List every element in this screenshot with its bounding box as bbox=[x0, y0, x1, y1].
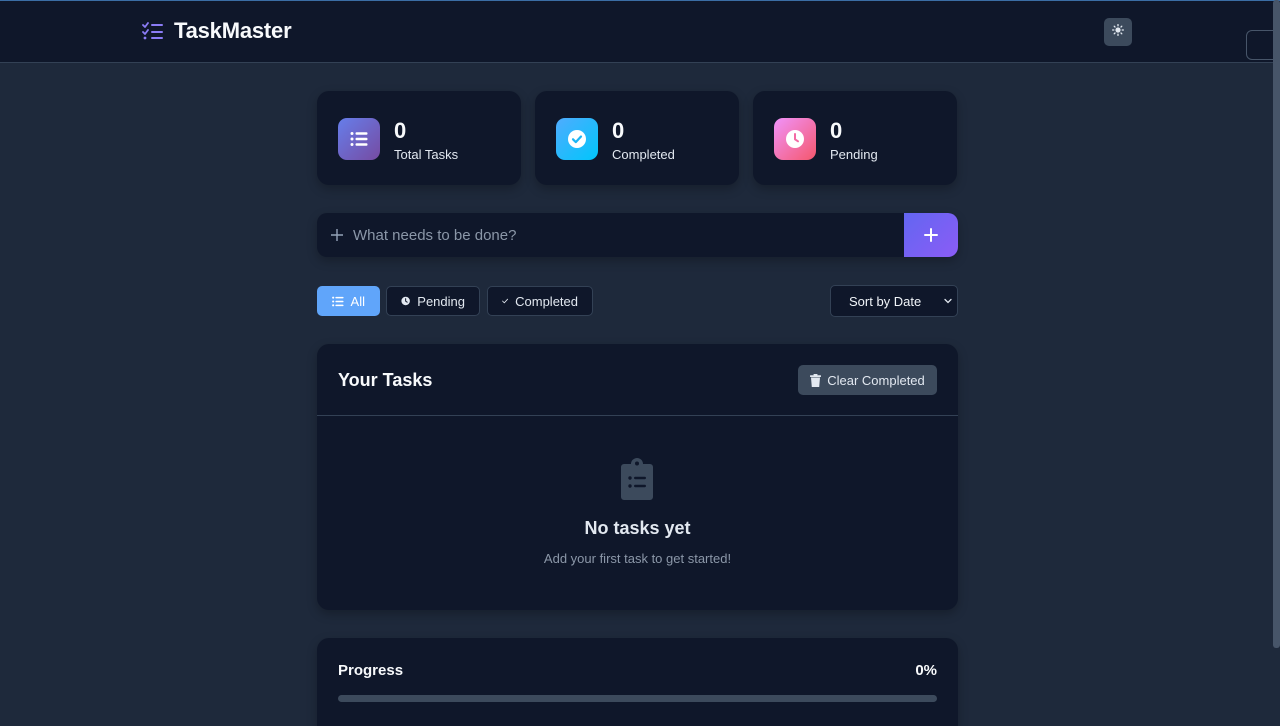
filter-completed-label: Completed bbox=[515, 293, 578, 309]
add-task-button[interactable] bbox=[904, 213, 958, 257]
stat-card-pending: 0 Pending bbox=[753, 91, 957, 185]
chevron-down-icon bbox=[944, 298, 952, 304]
check-icon bbox=[502, 298, 509, 304]
total-tasks-label: Total Tasks bbox=[394, 147, 459, 162]
plus-icon bbox=[924, 228, 938, 242]
clock-icon bbox=[774, 118, 816, 160]
list-icon bbox=[332, 296, 344, 306]
scrollbar[interactable] bbox=[1273, 0, 1280, 648]
sort-selected-value: Sort by Date bbox=[849, 293, 922, 309]
theme-toggle-button[interactable] bbox=[1104, 18, 1132, 46]
trash-icon bbox=[810, 373, 822, 387]
filter-all-button[interactable]: All bbox=[317, 286, 380, 316]
sort-select[interactable]: Sort by Date bbox=[830, 285, 958, 317]
sun-icon bbox=[1111, 23, 1125, 41]
clear-completed-label: Clear Completed bbox=[827, 372, 925, 388]
progress-bar bbox=[338, 695, 937, 702]
add-task-form bbox=[317, 213, 958, 257]
tasks-list-icon bbox=[142, 20, 164, 42]
plus-icon bbox=[331, 225, 345, 245]
check-circle-icon bbox=[556, 118, 598, 160]
empty-state-title: No tasks yet bbox=[584, 518, 691, 538]
top-navbar: TaskMaster bbox=[0, 0, 1280, 63]
tasks-title: Your Tasks bbox=[338, 370, 433, 390]
filter-all-label: All bbox=[350, 293, 365, 309]
completed-label: Completed bbox=[612, 147, 675, 162]
progress-percent: 0% bbox=[915, 662, 937, 679]
pending-count: 0 bbox=[830, 118, 843, 143]
total-tasks-count: 0 bbox=[394, 118, 407, 143]
progress-title: Progress bbox=[338, 662, 404, 679]
stat-card-total: 0 Total Tasks bbox=[317, 91, 521, 185]
new-task-input[interactable] bbox=[353, 221, 893, 249]
stat-card-completed: 0 Completed bbox=[535, 91, 739, 185]
pending-label: Pending bbox=[830, 147, 878, 162]
app-title: TaskMaster bbox=[174, 18, 292, 43]
divider bbox=[317, 415, 958, 416]
completed-count: 0 bbox=[612, 118, 625, 143]
progress-panel: Progress 0% bbox=[317, 638, 958, 726]
filter-pending-label: Pending bbox=[417, 293, 465, 309]
clock-icon bbox=[401, 296, 410, 306]
tasks-panel: Your Tasks Clear Completed No tasks yet … bbox=[317, 344, 958, 610]
clear-completed-button[interactable]: Clear Completed bbox=[798, 365, 937, 395]
brand[interactable]: TaskMaster bbox=[142, 18, 292, 44]
clipboard-list-icon bbox=[621, 458, 653, 505]
filter-pending-button[interactable]: Pending bbox=[386, 286, 480, 316]
filter-completed-button[interactable]: Completed bbox=[487, 286, 593, 316]
list-icon bbox=[338, 118, 380, 160]
empty-state-subtitle: Add your first task to get started! bbox=[543, 551, 732, 566]
